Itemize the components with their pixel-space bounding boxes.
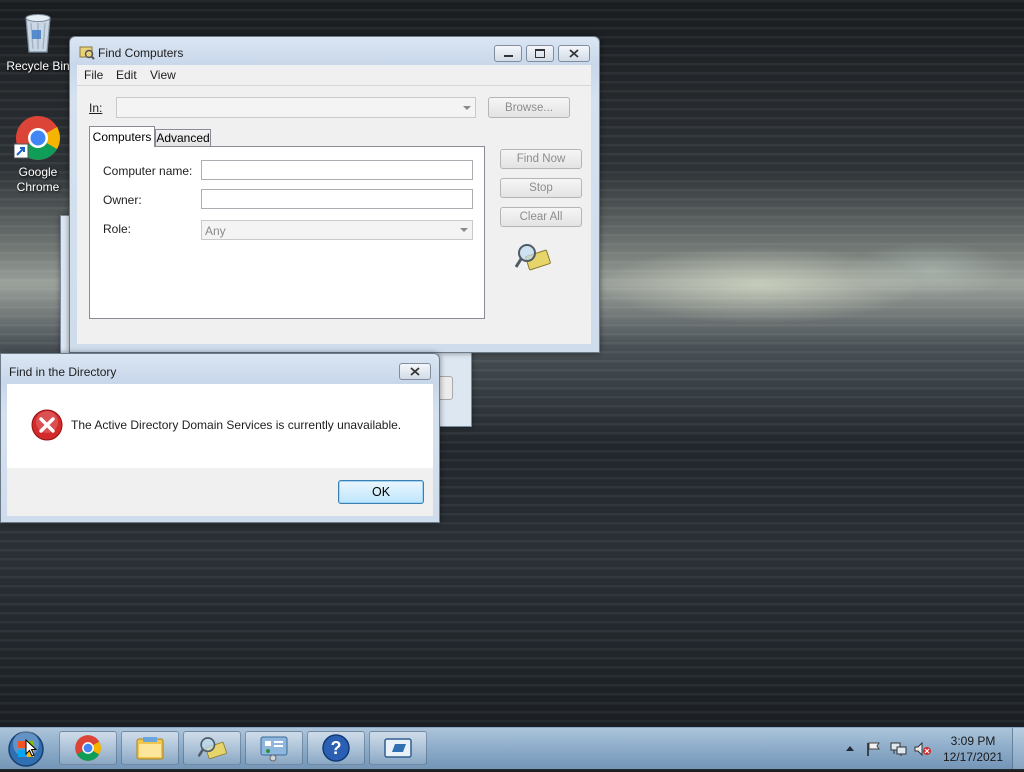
chrome-icon — [75, 735, 101, 761]
close-button[interactable] — [558, 45, 590, 62]
recycle-bin-icon — [14, 8, 62, 56]
stop-button[interactable]: Stop — [500, 178, 582, 198]
minimize-icon — [503, 55, 513, 57]
computer-name-label: Computer name: — [103, 164, 193, 178]
close-icon — [569, 49, 579, 58]
dialog-button-area: OK — [7, 468, 433, 516]
role-value: Any — [205, 224, 226, 238]
taskbar-file-explorer[interactable] — [121, 731, 179, 765]
maximize-icon — [535, 49, 545, 58]
clear-all-button[interactable]: Clear All — [500, 207, 582, 227]
volume-muted-icon[interactable] — [914, 741, 931, 757]
show-hidden-icons-icon[interactable] — [846, 746, 854, 751]
clock-date: 12/17/2021 — [942, 750, 1004, 764]
window-title: Find Computers — [98, 46, 184, 60]
taskbar: ? 3:09 PM 12/17/2021 — [0, 727, 1024, 769]
computers-tab-panel: Computer name: Owner: Role: Any — [89, 146, 485, 319]
browse-button[interactable]: Browse... — [488, 97, 570, 118]
chevron-down-icon — [463, 106, 471, 110]
server-manager-icon — [384, 738, 412, 758]
clock[interactable]: 3:09 PM 12/17/2021 — [938, 733, 1008, 765]
menu-view[interactable]: View — [150, 68, 176, 82]
menu-separator — [77, 85, 591, 86]
network-icon[interactable] — [890, 742, 907, 756]
taskbar-find[interactable] — [183, 731, 241, 765]
dialog-close-button[interactable] — [399, 363, 431, 380]
find-icon — [197, 737, 227, 760]
window-client-area: File Edit View In: Browse... Computers A… — [77, 65, 591, 344]
title-bar[interactable]: Find Computers — [70, 37, 599, 65]
menu-bar: File Edit View — [77, 65, 591, 85]
minimize-button[interactable] — [494, 45, 522, 62]
mouse-cursor-icon — [25, 738, 38, 760]
taskbar-chrome[interactable] — [59, 731, 117, 765]
role-combobox[interactable]: Any — [201, 220, 473, 240]
role-label: Role: — [103, 222, 132, 236]
tab-computers[interactable]: Computers — [89, 126, 155, 147]
error-icon — [31, 409, 63, 444]
find-computers-icon — [79, 45, 95, 64]
desktop-icon-label: Google Chrome — [16, 165, 60, 194]
taskbar-control-panel[interactable] — [245, 731, 303, 765]
find-now-button[interactable]: Find Now — [500, 149, 582, 169]
search-animation-icon — [514, 241, 551, 276]
clock-time: 3:09 PM — [950, 734, 996, 748]
file-explorer-icon — [136, 737, 164, 760]
show-desktop-button[interactable] — [1012, 728, 1024, 769]
dialog-title-bar[interactable]: Find in the Directory — [1, 354, 439, 382]
menu-file[interactable]: File — [84, 68, 103, 82]
chevron-down-icon — [460, 228, 468, 232]
maximize-button[interactable] — [526, 45, 554, 62]
computer-name-input[interactable] — [201, 160, 473, 180]
dialog-message-area: The Active Directory Domain Services is … — [7, 384, 433, 468]
taskbar-server-manager[interactable] — [369, 731, 427, 765]
owner-label: Owner: — [103, 193, 142, 207]
desktop-icon-label: Recycle Bin — [6, 59, 70, 73]
error-dialog: Find in the Directory The Active Directo… — [0, 353, 440, 523]
help-icon: ? — [322, 734, 350, 762]
desktop-icon-recycle-bin[interactable]: Recycle Bin — [1, 8, 75, 74]
find-computers-window: Find Computers File Edit View In: Browse… — [69, 36, 600, 353]
action-center-flag-icon[interactable] — [866, 742, 882, 756]
in-label: In: — [89, 101, 103, 115]
menu-edit[interactable]: Edit — [116, 68, 137, 82]
owner-input[interactable] — [201, 189, 473, 209]
chrome-icon — [13, 114, 62, 162]
close-icon — [410, 367, 420, 376]
svg-text:?: ? — [331, 738, 342, 758]
control-panel-icon — [260, 736, 288, 762]
ok-button[interactable]: OK — [338, 480, 424, 504]
in-combobox[interactable] — [116, 97, 476, 118]
dialog-title: Find in the Directory — [9, 365, 117, 379]
taskbar-help[interactable]: ? — [307, 731, 365, 765]
desktop-icon-google-chrome[interactable]: Google Chrome — [1, 114, 75, 195]
tab-advanced[interactable]: Advanced — [155, 129, 211, 146]
error-message: The Active Directory Domain Services is … — [71, 418, 402, 432]
